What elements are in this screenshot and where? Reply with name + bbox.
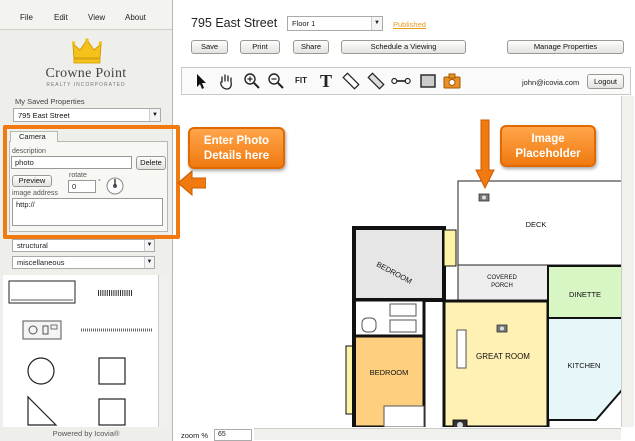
chevron-down-icon: ▼ — [371, 17, 382, 30]
image-callout-line1: Image — [531, 133, 565, 145]
saved-properties-label: My Saved Properties — [15, 97, 85, 106]
brand-logo: Crowne Point REALTY INCORPORATED — [0, 30, 172, 94]
rotate-input[interactable] — [68, 180, 96, 193]
palette-item-circle[interactable] — [27, 357, 55, 385]
save-button[interactable]: Save — [191, 40, 228, 54]
floor-select[interactable]: Floor 1 ▼ — [287, 16, 383, 31]
dimension-line-icon[interactable] — [391, 71, 411, 91]
measure-icon[interactable] — [366, 71, 386, 91]
zoom-select[interactable]: 65 — [214, 429, 252, 441]
arrow-left-icon — [177, 169, 206, 197]
pan-hand-icon[interactable] — [216, 71, 236, 91]
chevron-down-icon: ▼ — [144, 257, 154, 268]
label-covered-porch-2: PORCH — [491, 283, 513, 289]
delete-button[interactable]: Delete — [136, 156, 166, 170]
saved-properties-value: 795 East Street — [18, 111, 70, 120]
floor-value: Floor 1 — [292, 19, 316, 28]
pointer-icon[interactable] — [191, 71, 211, 91]
room-bedroom-1 — [352, 226, 446, 302]
user-email: john@icovia.com — [522, 78, 580, 87]
menu-about[interactable]: About — [125, 13, 146, 22]
ruler-icon[interactable] — [341, 71, 361, 91]
category-select-miscellaneous[interactable]: miscellaneous ▼ — [12, 256, 155, 269]
image-address-input[interactable] — [12, 198, 163, 226]
palette-item-triangle[interactable] — [27, 395, 58, 426]
palette-item-square-2[interactable] — [98, 398, 126, 426]
rotate-dial-icon[interactable] — [106, 177, 124, 195]
label-deck: DECK — [526, 220, 547, 229]
photo-callout-line1: Enter Photo — [203, 135, 270, 147]
image-callout-line2: Placeholder — [515, 148, 581, 160]
palette-item-appliance[interactable] — [22, 320, 62, 340]
label-kitchen: KITCHEN — [568, 361, 601, 370]
arrow-down-icon — [475, 119, 495, 190]
published-link[interactable]: Published — [393, 20, 426, 29]
canvas-horizontal-scrollbar[interactable] — [254, 428, 621, 440]
saved-properties-select[interactable]: 795 East Street ▼ — [13, 108, 161, 122]
share-button[interactable]: Share — [293, 40, 329, 54]
label-great-room: GREAT ROOM — [476, 352, 530, 361]
chevron-down-icon: ▼ — [144, 240, 154, 251]
print-button[interactable]: Print — [240, 40, 280, 54]
photo-callout-line2: Details here — [203, 150, 270, 162]
palette-scrollbar[interactable] — [158, 275, 169, 427]
zoom-in-icon[interactable] — [242, 71, 262, 91]
camera-marker-bottom[interactable] — [452, 419, 468, 427]
menu-edit[interactable]: Edit — [54, 13, 68, 22]
image-address-label: image address — [12, 190, 58, 197]
camera-marker-great-room[interactable] — [496, 324, 508, 333]
camera-icon[interactable] — [442, 71, 462, 91]
description-label: description — [12, 148, 46, 155]
palette-item-square[interactable] — [98, 357, 126, 385]
label-dinette: DINETTE — [569, 290, 601, 299]
fit-icon[interactable]: FIT — [291, 71, 311, 91]
label-covered-porch-1: COVERED — [487, 275, 517, 281]
palette-item-panel[interactable] — [8, 280, 76, 304]
canvas-vertical-scrollbar[interactable] — [621, 96, 634, 427]
text-tool-icon[interactable]: T — [316, 71, 336, 91]
page-title: 795 East Street — [191, 16, 278, 30]
manage-properties-button[interactable]: Manage Properties — [507, 40, 624, 54]
shape-palette — [3, 275, 158, 427]
chevron-down-icon: ▼ — [149, 109, 160, 121]
description-input[interactable] — [11, 156, 132, 169]
label-bedroom-2: BEDROOM — [370, 368, 409, 377]
camera-marker-deck[interactable] — [478, 193, 490, 202]
image-placeholder-callout: Image Placeholder — [500, 125, 596, 167]
zoom-out-icon[interactable] — [266, 71, 286, 91]
brand-name: Crowne Point — [45, 66, 127, 81]
preview-button[interactable]: Preview — [12, 175, 52, 187]
left-panel: File Edit View About Crowne Point REALTY… — [0, 0, 173, 441]
crown-icon — [72, 38, 102, 64]
schedule-viewing-button[interactable]: Schedule a Viewing — [341, 40, 466, 54]
brand-tagline: REALTY INCORPORATED — [46, 82, 126, 88]
category-structural-label: structural — [17, 241, 48, 250]
tab-camera[interactable]: Camera — [10, 131, 58, 142]
menu-bar: File Edit View About — [0, 0, 172, 30]
rotate-label: rotate — [69, 172, 87, 179]
category-miscellaneous-label: miscellaneous — [17, 258, 65, 267]
logout-button[interactable]: Logout — [587, 74, 624, 89]
menu-file[interactable]: File — [20, 13, 33, 22]
menu-view[interactable]: View — [88, 13, 105, 22]
powered-by: Powered by Icovia® — [52, 429, 120, 438]
degree-symbol: ° — [98, 179, 101, 186]
rectangle-icon[interactable] — [418, 71, 438, 91]
zoom-label: zoom % — [181, 431, 209, 440]
category-select-structural[interactable]: structural ▼ — [12, 239, 155, 252]
photo-details-callout: Enter Photo Details here — [188, 127, 285, 169]
